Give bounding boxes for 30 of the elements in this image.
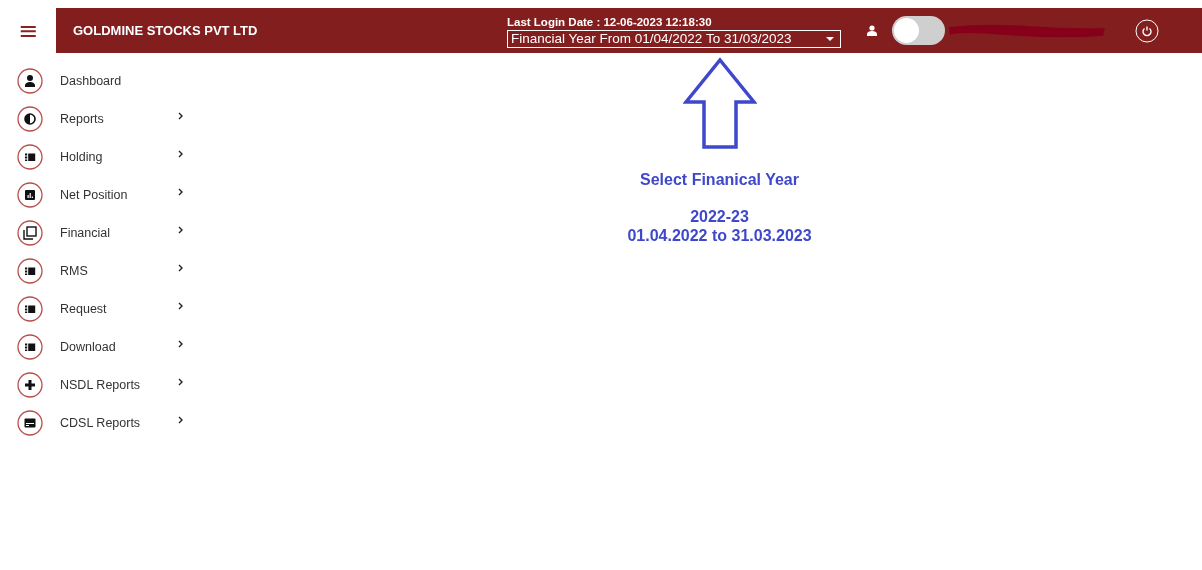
sidebar-item[interactable]: CDSL Reports [60, 416, 178, 430]
menu-button[interactable]: ≡ [17, 18, 39, 43]
list-icon [17, 144, 43, 170]
copy-icon [17, 220, 43, 246]
power-icon[interactable] [1135, 18, 1159, 43]
list-icon [17, 334, 43, 360]
toggle-switch[interactable] [892, 16, 945, 45]
list-icon [17, 258, 43, 284]
contrast-icon [17, 106, 43, 132]
caret-icon [826, 36, 834, 41]
sidebar-item[interactable]: RMS [60, 264, 178, 278]
card-icon [17, 410, 43, 436]
sidebar-item[interactable]: Download [60, 340, 178, 354]
sidebar-item[interactable]: Financial [60, 226, 178, 240]
sidebar-item[interactable]: Reports [60, 112, 178, 126]
financial-year-dropdown[interactable]: Financial Year From 01/04/2022 To 31/03/2023 [507, 29, 841, 48]
sidebar-item[interactable]: NSDL Reports [60, 378, 178, 392]
annotation-year: 2022-23 [690, 208, 749, 226]
person-icon [17, 68, 43, 94]
user-icon [867, 25, 877, 36]
sidebar-item[interactable]: Dashboard [60, 74, 178, 88]
sidebar-item[interactable]: Request [60, 302, 178, 316]
sidebar-item[interactable]: Holding [60, 150, 178, 164]
chart-icon [17, 182, 43, 208]
list-icon [17, 296, 43, 322]
sidebar-item[interactable]: Net Position [60, 188, 178, 202]
annotation-range: 01.04.2022 to 31.03.2023 [627, 227, 812, 245]
annotation-heading: Select Finanical Year [640, 171, 799, 189]
company-name: GOLDMINE STOCKS PVT LTD [73, 23, 259, 38]
last-login-text: Last Login Date : 12-06-2023 12:18:30 [507, 15, 713, 28]
